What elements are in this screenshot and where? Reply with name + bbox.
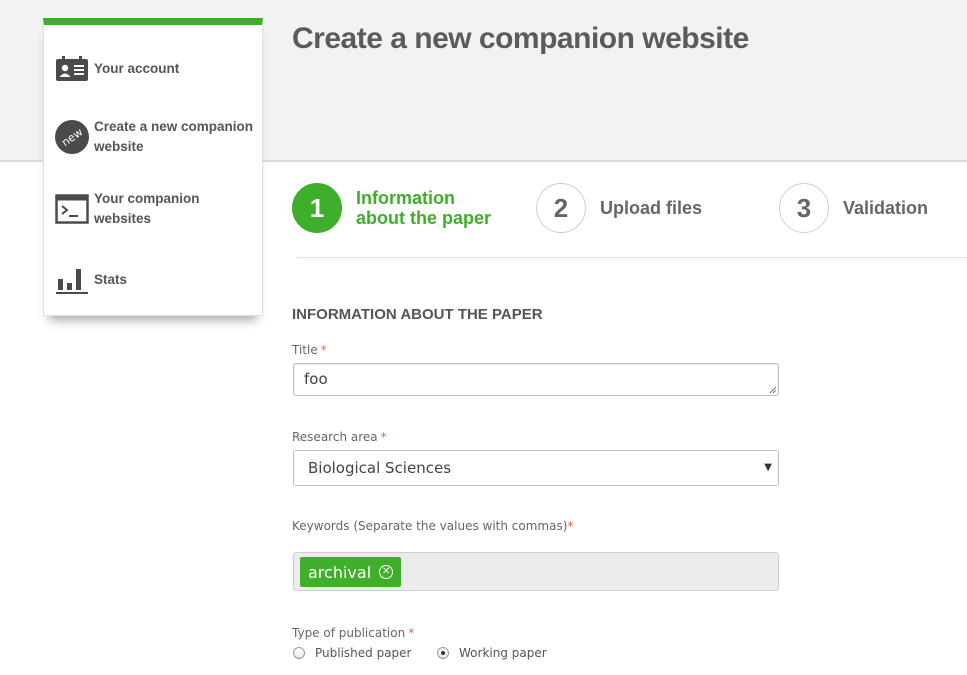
title-label: Title *: [292, 343, 327, 357]
sidebar-item-your-companion-websites[interactable]: Your companion websites: [54, 189, 254, 229]
sidebar-item-label: Stats: [94, 272, 128, 287]
step-label: Upload files: [600, 198, 703, 218]
radio-label: Working paper: [459, 646, 547, 660]
terminal-window-icon: [54, 191, 90, 227]
research-area-label-text: Research area: [292, 430, 378, 444]
sidebar-item-label: Create a new companion website: [94, 119, 254, 154]
remove-tag-icon[interactable]: ✕: [379, 565, 394, 579]
research-area-value: Biological Sciences: [308, 459, 452, 477]
required-marker: *: [408, 626, 415, 640]
sidebar-menu: Your account new Create a new companion …: [43, 18, 263, 316]
publication-type-label-text: Type of publication: [292, 626, 406, 640]
required-marker: *: [380, 430, 387, 444]
radio-published-paper[interactable]: Published paper: [293, 646, 412, 660]
sidebar-item-label: Your companion websites: [94, 191, 200, 226]
title-input[interactable]: foo: [293, 363, 779, 396]
keyword-tag-label: archival: [308, 562, 372, 582]
keywords-input[interactable]: archival ✕: [293, 552, 779, 591]
id-card-icon: [54, 51, 90, 87]
section-title: INFORMATION ABOUT THE PAPER: [292, 306, 543, 323]
new-badge-icon: new: [54, 119, 90, 155]
step-label: Information about the paper: [356, 188, 492, 228]
research-area-select[interactable]: Biological Sciences ▼: [293, 450, 779, 486]
required-marker: *: [320, 343, 327, 357]
step-label: Validation: [843, 198, 929, 218]
step-number: 2: [536, 183, 586, 233]
sidebar-item-stats[interactable]: Stats: [54, 262, 254, 298]
dropdown-arrow-icon: ▼: [764, 462, 772, 473]
publication-type-label: Type of publication *: [292, 626, 414, 640]
radio-button-checked[interactable]: [437, 647, 449, 659]
resize-handle-icon[interactable]: [769, 386, 777, 394]
keywords-label-text: Keywords (Separate the values with comma…: [292, 519, 568, 533]
step-number: 1: [292, 183, 342, 233]
keyword-tag: archival ✕: [300, 557, 402, 587]
radio-label: Published paper: [315, 646, 412, 660]
sidebar-item-label: Your account: [94, 61, 180, 76]
radio-working-paper[interactable]: Working paper: [437, 646, 547, 660]
step-upload-files[interactable]: 2 Upload files: [536, 183, 750, 233]
wizard-steps: 1 Information about the paper 2 Upload f…: [292, 183, 967, 235]
page-title: Create a new companion website: [292, 22, 749, 55]
step-information[interactable]: 1 Information about the paper: [292, 183, 506, 233]
bar-chart-icon: [54, 262, 90, 298]
steps-divider: [297, 257, 967, 258]
required-marker: *: [567, 519, 574, 533]
step-validation[interactable]: 3 Validation: [779, 183, 967, 233]
sidebar-item-create-companion-website[interactable]: new Create a new companion website: [54, 117, 254, 157]
radio-button[interactable]: [293, 647, 305, 659]
research-area-label: Research area *: [292, 430, 387, 444]
keywords-label: Keywords (Separate the values with comma…: [292, 519, 573, 533]
title-label-text: Title: [292, 343, 318, 357]
sidebar-item-your-account[interactable]: Your account: [54, 51, 254, 87]
title-input-value: foo: [304, 370, 328, 388]
step-number: 3: [779, 183, 829, 233]
